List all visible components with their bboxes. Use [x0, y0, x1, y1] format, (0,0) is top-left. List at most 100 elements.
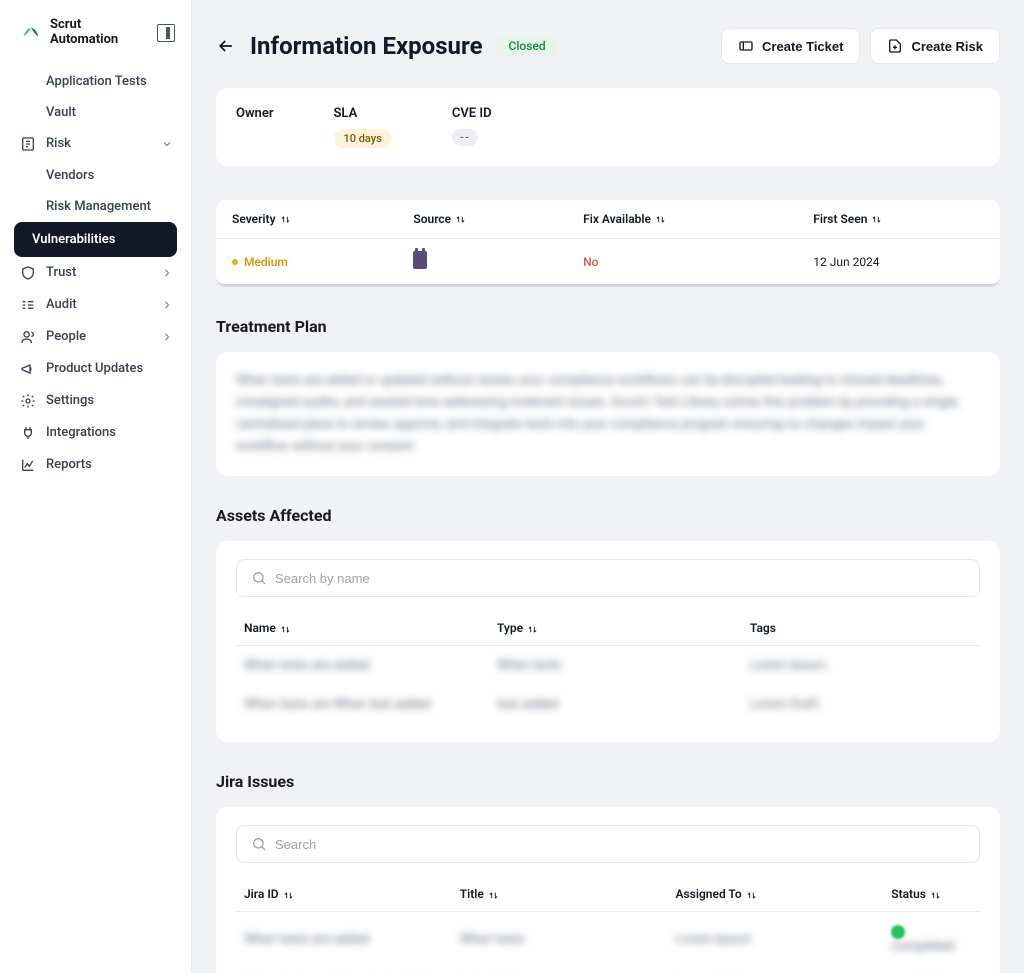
create-risk-button[interactable]: Create Risk — [870, 28, 1000, 64]
col-first-seen[interactable]: First Seen — [797, 200, 1000, 239]
sidebar: Scrut Automation Application Tests Vault… — [0, 0, 192, 973]
jira-search[interactable] — [236, 825, 980, 863]
col-fix[interactable]: Fix Available — [567, 200, 797, 239]
nav-vault[interactable]: Vault — [0, 97, 191, 128]
col-severity[interactable]: Severity — [216, 200, 397, 239]
cell-assigned: Lorem Draft — [668, 966, 884, 973]
cell-name: When tests are When test added — [236, 685, 489, 724]
sort-icon — [527, 624, 538, 635]
assets-card: Name Type Tags When tests are added When… — [216, 541, 1000, 742]
jira-search-input[interactable] — [275, 837, 965, 852]
button-label: Create Risk — [911, 39, 983, 54]
sidebar-collapse-icon[interactable] — [157, 24, 175, 42]
cell-type: test added — [489, 685, 742, 724]
cell-first-seen: 12 Jun 2024 — [797, 239, 1000, 285]
nav-label: Application Tests — [46, 74, 173, 89]
col-status[interactable]: Status — [883, 877, 980, 912]
section-assets-title: Assets Affected — [216, 506, 1000, 525]
people-icon — [20, 329, 36, 345]
cell-tags: Lorem Ipsum — [742, 646, 980, 686]
table-row[interactable]: Medium No 12 Jun 2024 — [216, 239, 1000, 285]
cell-severity: Medium — [216, 239, 397, 285]
plug-icon — [20, 425, 36, 441]
nav-settings[interactable]: Settings — [0, 385, 191, 417]
nav-application-tests[interactable]: Application Tests — [0, 66, 191, 97]
table-row[interactable]: When tests are added When tests Lorem Ip… — [236, 912, 980, 967]
sort-icon — [488, 890, 499, 901]
create-ticket-button[interactable]: Create Ticket — [721, 28, 860, 64]
cell-title: test added — [452, 966, 668, 973]
col-source[interactable]: Source — [397, 200, 567, 239]
nav-label: Product Updates — [46, 361, 173, 376]
back-arrow-icon[interactable] — [216, 36, 236, 56]
nav-reports[interactable]: Reports — [0, 449, 191, 481]
nav-label: People — [46, 329, 151, 344]
col-assigned[interactable]: Assigned To — [668, 877, 884, 912]
nav-integrations[interactable]: Integrations — [0, 417, 191, 449]
nav-label: Reports — [46, 457, 173, 472]
sla-value: 10 days — [334, 129, 392, 148]
source-owasp-icon — [413, 251, 427, 269]
table-row[interactable]: When tests are added When tests Lorem Ip… — [236, 646, 980, 686]
cell-assigned: Lorem Ipsum — [668, 912, 884, 967]
nav-risk-management[interactable]: Risk Management — [0, 191, 191, 222]
chevron-down-icon — [161, 138, 173, 150]
jira-card: Jira ID Title Assigned To Status When te… — [216, 807, 1000, 973]
button-label: Create Ticket — [762, 39, 843, 54]
page-title: Information Exposure — [250, 32, 483, 60]
col-title[interactable]: Title — [452, 877, 668, 912]
sort-icon — [280, 624, 291, 635]
info-sla: SLA 10 days — [334, 106, 392, 148]
severity-dot-icon — [232, 259, 238, 265]
assets-search-input[interactable] — [275, 571, 965, 586]
nav-product-updates[interactable]: Product Updates — [0, 353, 191, 385]
nav-label: Vulnerabilities — [32, 232, 165, 247]
cell-type: When tests — [489, 646, 742, 686]
col-name[interactable]: Name — [236, 611, 489, 646]
info-card: Owner SLA 10 days CVE ID -- — [216, 88, 1000, 166]
sort-icon — [280, 214, 291, 225]
brand-name: Scrut Automation — [50, 18, 118, 48]
sort-icon — [871, 214, 882, 225]
jira-table: Jira ID Title Assigned To Status When te… — [236, 877, 980, 973]
cell-title: When tests — [452, 912, 668, 967]
col-type[interactable]: Type — [489, 611, 742, 646]
nav-risk[interactable]: Risk — [0, 128, 191, 160]
chevron-right-icon — [161, 331, 173, 343]
nav-people[interactable]: People — [0, 321, 191, 353]
nav-vendors[interactable]: Vendors — [0, 160, 191, 191]
ticket-icon — [738, 38, 754, 54]
info-owner: Owner — [236, 106, 274, 148]
nav-label: Risk — [46, 136, 151, 151]
col-tags[interactable]: Tags — [742, 611, 980, 646]
assets-table: Name Type Tags When tests are added When… — [236, 611, 980, 724]
shield-icon — [20, 265, 36, 281]
status-dot-icon — [891, 925, 905, 939]
treatment-card: When tests are added or updated without … — [216, 352, 1000, 476]
nav-label: Vendors — [46, 168, 173, 183]
cell-status: Review — [883, 966, 980, 973]
col-jira-id[interactable]: Jira ID — [236, 877, 452, 912]
cell-name: When tests are added — [236, 646, 489, 686]
nav-audit[interactable]: Audit — [0, 289, 191, 321]
nav-label: Trust — [46, 265, 151, 280]
nav-label: Risk Management — [46, 199, 173, 214]
section-treatment-title: Treatment Plan — [216, 317, 1000, 336]
nav-trust[interactable]: Trust — [0, 257, 191, 289]
search-icon — [251, 570, 267, 586]
sort-icon — [455, 214, 466, 225]
cell-status: Completed — [883, 912, 980, 967]
page-header: Information Exposure Closed Create Ticke… — [216, 28, 1000, 64]
sort-icon — [746, 890, 757, 901]
cell-id: When tests are When test added — [236, 966, 452, 973]
info-cve: CVE ID -- — [452, 106, 492, 148]
nav-label: Audit — [46, 297, 151, 312]
nav-label: Vault — [46, 105, 173, 120]
table-row[interactable]: When tests are When test added test adde… — [236, 966, 980, 973]
brand-logo[interactable]: Scrut Automation — [20, 18, 118, 48]
assets-search[interactable] — [236, 559, 980, 597]
chevron-right-icon — [161, 267, 173, 279]
chart-icon — [20, 457, 36, 473]
table-row[interactable]: When tests are When test added test adde… — [236, 685, 980, 724]
nav-vulnerabilities[interactable]: Vulnerabilities — [14, 222, 177, 257]
